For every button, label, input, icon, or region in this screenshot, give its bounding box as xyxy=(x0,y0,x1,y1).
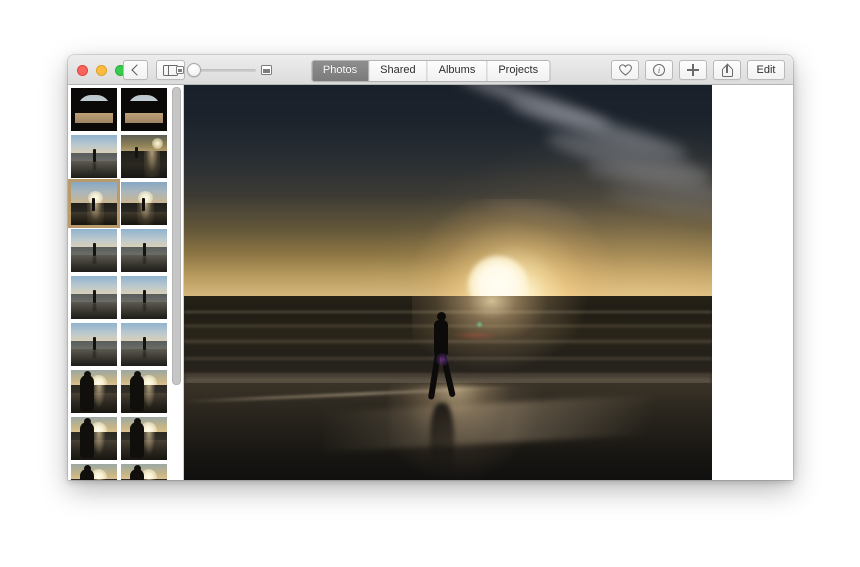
photos-window: Photos Shared Albums Projects i Edit xyxy=(68,55,793,480)
thumbnail-item[interactable] xyxy=(71,229,117,272)
close-window-button[interactable] xyxy=(77,65,88,76)
thumbnail-item[interactable] xyxy=(121,417,167,460)
thumbnail-item[interactable] xyxy=(71,464,117,480)
thumbnail-image xyxy=(71,323,117,366)
thumbnail-item[interactable] xyxy=(121,276,167,319)
photo-background-filler xyxy=(712,85,793,480)
minimize-window-button[interactable] xyxy=(96,65,107,76)
tab-shared[interactable]: Shared xyxy=(369,61,428,81)
thumbnail-item[interactable] xyxy=(71,276,117,319)
edit-button[interactable]: Edit xyxy=(747,60,785,80)
traffic-lights xyxy=(77,65,126,76)
large-thumbnail-icon xyxy=(261,65,272,75)
tab-albums[interactable]: Albums xyxy=(427,61,488,81)
small-thumbnail-icon xyxy=(176,66,184,74)
plus-icon xyxy=(687,64,699,76)
thumbnail-image xyxy=(71,276,117,319)
info-button[interactable]: i xyxy=(645,60,673,80)
info-icon: i xyxy=(653,64,665,76)
thumbnail-item[interactable] xyxy=(121,88,167,131)
thumbnail-image xyxy=(71,370,117,413)
thumbnail-image xyxy=(121,464,167,480)
photo-viewer xyxy=(184,85,793,480)
screen: Photos Shared Albums Projects i Edit xyxy=(0,0,860,567)
thumbnail-image xyxy=(71,229,117,272)
thumbnail-image xyxy=(71,464,117,480)
thumbnail-zoom-slider[interactable] xyxy=(176,61,272,79)
share-icon xyxy=(721,63,733,77)
thumbnail-item[interactable] xyxy=(121,135,167,178)
thumbnail-image xyxy=(121,135,167,178)
thumbnail-image xyxy=(121,229,167,272)
window-body xyxy=(68,85,793,480)
back-button[interactable] xyxy=(123,60,148,80)
chevron-left-icon xyxy=(131,64,143,76)
thumbnail-scrollbar[interactable] xyxy=(172,87,181,385)
thumbnail-image xyxy=(71,88,117,131)
thumbnail-item[interactable] xyxy=(71,417,117,460)
heart-icon xyxy=(618,64,632,76)
favorite-button[interactable] xyxy=(611,60,639,80)
thumbnail-image xyxy=(121,323,167,366)
toolbar-right-cluster: i Edit xyxy=(611,60,785,80)
thumbnail-grid xyxy=(68,88,175,480)
window-toolbar: Photos Shared Albums Projects i Edit xyxy=(68,55,793,85)
tab-photos[interactable]: Photos xyxy=(311,61,370,81)
thumbnail-image xyxy=(121,276,167,319)
thumbnail-image xyxy=(121,88,167,131)
tab-projects[interactable]: Projects xyxy=(487,61,550,81)
thumbnail-sidebar[interactable] xyxy=(68,85,184,480)
share-button[interactable] xyxy=(713,60,741,80)
thumbnail-item-selected[interactable] xyxy=(68,179,120,228)
thumbnail-image xyxy=(121,370,167,413)
thumbnail-item[interactable] xyxy=(121,323,167,366)
thumbnail-image xyxy=(71,417,117,460)
thumbnail-item[interactable] xyxy=(121,464,167,480)
thumbnail-item[interactable] xyxy=(121,182,167,225)
thumbnail-image xyxy=(121,417,167,460)
thumbnail-image xyxy=(71,182,117,225)
zoom-slider-track[interactable] xyxy=(187,63,256,77)
thumbnail-item[interactable] xyxy=(71,323,117,366)
zoom-slider-knob[interactable] xyxy=(187,63,201,77)
thumbnail-item[interactable] xyxy=(121,229,167,272)
thumbnail-item[interactable] xyxy=(71,88,117,131)
thumbnail-item[interactable] xyxy=(71,135,117,178)
thumbnail-image xyxy=(71,135,117,178)
thumbnail-item[interactable] xyxy=(121,370,167,413)
selected-photo[interactable] xyxy=(184,85,712,480)
thumbnail-image xyxy=(121,182,167,225)
add-button[interactable] xyxy=(679,60,707,80)
view-mode-segmented-control[interactable]: Photos Shared Albums Projects xyxy=(310,60,551,82)
thumbnail-item[interactable] xyxy=(71,370,117,413)
